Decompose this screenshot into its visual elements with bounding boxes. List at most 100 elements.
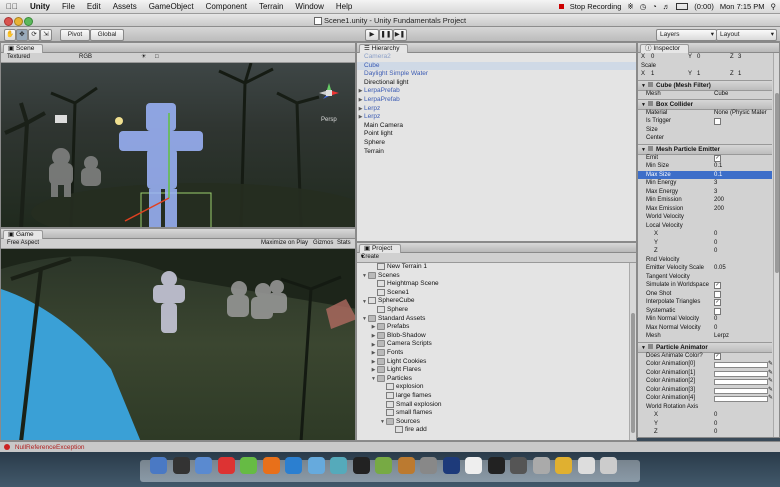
- inspector-field[interactable]: Center: [638, 134, 772, 143]
- color-swatch[interactable]: [714, 396, 768, 402]
- dock-trash-doc-icon[interactable]: [577, 457, 595, 474]
- color-swatch[interactable]: [714, 379, 768, 385]
- fold-arrow-icon[interactable]: ▶: [370, 358, 377, 367]
- project-item[interactable]: ▶ Blob-Shadow: [357, 331, 636, 341]
- scale-y-value[interactable]: 1: [697, 70, 700, 79]
- hierarchy-item[interactable]: ▶ Lerpz: [357, 113, 636, 122]
- project-scroll-thumb[interactable]: [631, 313, 635, 433]
- field-value[interactable]: 3: [714, 188, 717, 197]
- wifi-icon[interactable]: ◔: [652, 2, 657, 11]
- field-value[interactable]: 0: [714, 247, 717, 256]
- scale-tool-button[interactable]: ⇲: [40, 29, 52, 41]
- checkbox[interactable]: [714, 307, 721, 315]
- dock-preview-icon[interactable]: [532, 457, 550, 474]
- menu-file[interactable]: File: [56, 2, 81, 11]
- checkbox[interactable]: [714, 118, 721, 125]
- inspector-field[interactable]: World Rotation Axis: [638, 403, 772, 412]
- scale-z-value[interactable]: 1: [738, 70, 741, 79]
- dock-unity-icon[interactable]: [352, 457, 370, 474]
- dock-mail-icon[interactable]: [195, 457, 212, 474]
- field-value[interactable]: 0: [714, 239, 717, 248]
- shading-mode-dropdown[interactable]: Textured: [7, 53, 30, 62]
- menubar-clock[interactable]: Mon 7:15 PM: [720, 2, 765, 11]
- dock-safari-icon[interactable]: [285, 457, 302, 474]
- inspector-field[interactable]: One Shot: [638, 290, 772, 299]
- project-item[interactable]: Scene1: [357, 288, 636, 298]
- project-item[interactable]: Small explosion: [357, 400, 636, 410]
- inspector-field[interactable]: Systematic: [638, 307, 772, 316]
- pos-y-value[interactable]: 0: [697, 53, 700, 62]
- fold-arrow-icon[interactable]: ▼: [638, 345, 648, 351]
- field-value[interactable]: 0: [714, 324, 717, 333]
- tab-project[interactable]: ▣ Project: [359, 244, 402, 253]
- inspector-field[interactable]: Color Animation[0] ✎: [638, 360, 773, 369]
- inspector-field[interactable]: Color Animation[3] ✎: [638, 386, 773, 395]
- checkbox[interactable]: ✓: [714, 299, 721, 306]
- hierarchy-item[interactable]: Cube: [357, 61, 636, 71]
- eyedropper-icon[interactable]: ✎: [768, 369, 773, 378]
- menu-component[interactable]: Component: [200, 2, 253, 11]
- render-mode-dropdown[interactable]: RGB: [79, 53, 92, 62]
- hierarchy-item[interactable]: Directional light: [357, 79, 636, 88]
- scene-viewport[interactable]: Persp: [1, 63, 355, 227]
- inspector-field[interactable]: Mesh Cube: [638, 90, 772, 99]
- scale-field[interactable]: X1Y1Z1: [638, 70, 772, 79]
- eyedropper-icon[interactable]: ✎: [768, 377, 773, 386]
- position-field[interactable]: X0Y0Z3: [638, 53, 772, 62]
- menu-app-unity[interactable]: Unity: [24, 2, 56, 11]
- tab-scene[interactable]: ▣ Scene: [3, 44, 44, 53]
- project-item[interactable]: explosion: [357, 383, 636, 392]
- project-item[interactable]: ▶ Light Cookies: [357, 357, 636, 367]
- inspector-field[interactable]: Max Normal Velocity 0: [638, 324, 772, 333]
- inspector-field[interactable]: Tangent Velocity: [638, 273, 772, 282]
- scale-label[interactable]: Scale: [638, 62, 772, 71]
- field-value[interactable]: 0: [714, 411, 717, 420]
- global-toggle-button[interactable]: Global: [90, 29, 124, 41]
- dock-ical-icon[interactable]: [217, 457, 235, 474]
- hierarchy-item[interactable]: Sphere: [357, 139, 636, 148]
- fold-arrow-icon[interactable]: ▶: [370, 341, 377, 350]
- field-value[interactable]: 200: [714, 196, 724, 205]
- battery-icon[interactable]: [676, 3, 689, 10]
- fold-arrow-icon[interactable]: ▼: [361, 272, 368, 281]
- dock-photoshop-icon[interactable]: [442, 457, 460, 474]
- menu-edit[interactable]: Edit: [81, 2, 107, 11]
- minimize-window-icon[interactable]: [14, 17, 23, 26]
- dock-monodevelop-icon[interactable]: [375, 457, 392, 474]
- dock-trash-icon[interactable]: [600, 457, 617, 474]
- maximize-on-play-toggle[interactable]: Maximize on Play: [261, 239, 308, 248]
- aspect-dropdown[interactable]: Free Aspect: [7, 239, 39, 248]
- close-window-icon[interactable]: [4, 17, 13, 26]
- field-value[interactable]: 0: [714, 428, 717, 437]
- hierarchy-item[interactable]: Daylight Simple Water: [357, 70, 636, 79]
- inspector-field[interactable]: Is Trigger: [638, 117, 772, 126]
- fold-arrow-icon[interactable]: ▼: [638, 102, 648, 108]
- hand-tool-button[interactable]: ✋: [4, 29, 16, 41]
- layers-dropdown[interactable]: Layers ▾: [656, 29, 717, 41]
- inspector-field[interactable]: X0: [638, 230, 772, 239]
- inspector-field[interactable]: Y0: [638, 239, 772, 248]
- project-item[interactable]: New Terrain 1: [357, 263, 636, 272]
- volume-icon[interactable]: ♬: [663, 2, 671, 11]
- inspector-field[interactable]: Color Animation[1] ✎: [638, 369, 773, 378]
- fold-arrow-icon[interactable]: ▼: [638, 147, 648, 153]
- inspector-scrollbar[interactable]: [773, 53, 779, 437]
- project-item[interactable]: ▼ Sources: [357, 417, 636, 427]
- menu-gameobject[interactable]: GameObject: [143, 2, 200, 11]
- dock-dashboard-icon[interactable]: [172, 457, 190, 474]
- project-item[interactable]: large flames: [357, 391, 636, 401]
- scale-x-value[interactable]: 1: [651, 70, 654, 79]
- rotate-tool-button[interactable]: ⟳: [28, 29, 40, 41]
- pause-button[interactable]: ❚❚: [379, 29, 393, 41]
- inspector-field[interactable]: Color Animation[2] ✎: [638, 377, 773, 386]
- stats-toggle[interactable]: Stats: [337, 239, 351, 248]
- menu-terrain[interactable]: Terrain: [253, 2, 289, 11]
- checkbox[interactable]: ✓: [714, 282, 721, 289]
- menu-help[interactable]: Help: [330, 2, 358, 11]
- inspector-field[interactable]: Y0: [638, 420, 772, 429]
- inspector-field[interactable]: Z0: [638, 247, 772, 256]
- inspector-field[interactable]: Min Normal Velocity 0: [638, 315, 772, 324]
- checkbox[interactable]: ✓: [714, 352, 721, 360]
- zoom-window-icon[interactable]: [24, 17, 33, 26]
- project-scrollbar[interactable]: [629, 263, 636, 440]
